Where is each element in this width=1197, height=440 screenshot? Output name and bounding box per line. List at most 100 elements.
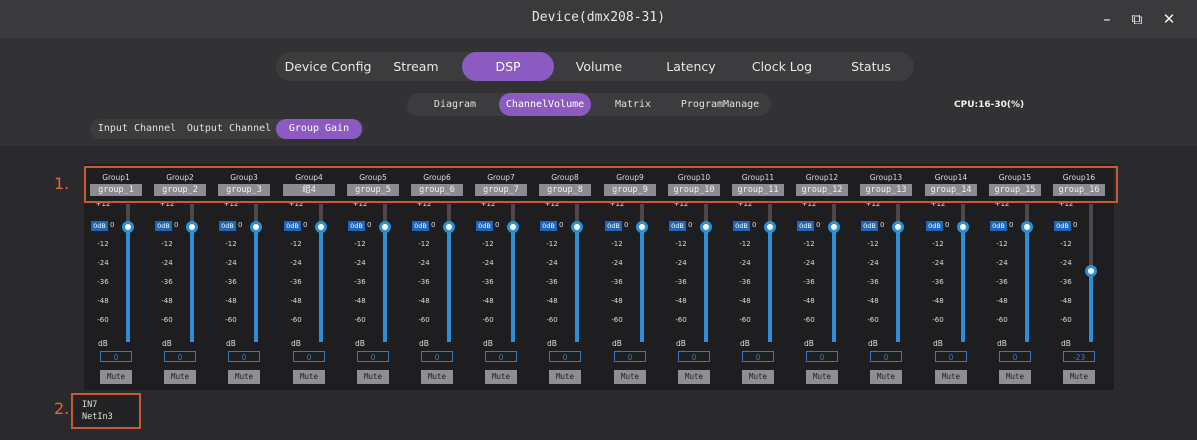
fader-knob[interactable] — [1021, 221, 1033, 233]
scale-label: -48 — [867, 297, 879, 305]
mute-button[interactable]: Mute — [421, 370, 453, 384]
fader-track[interactable] — [957, 204, 969, 342]
tab-output-channel[interactable]: Output Channel — [184, 119, 274, 139]
scale-label: -60 — [546, 316, 558, 324]
tab-group-gain[interactable]: Group Gain — [276, 119, 362, 139]
mute-button[interactable]: Mute — [485, 370, 517, 384]
fader-knob[interactable] — [957, 221, 969, 233]
tab-volume[interactable]: Volume — [564, 52, 634, 81]
tab-input-channel[interactable]: Input Channel — [94, 119, 180, 139]
fader-track[interactable] — [700, 204, 712, 342]
fader-knob[interactable] — [507, 221, 519, 233]
zero-db-badge: 0dB — [412, 221, 429, 231]
gain-value-input[interactable]: 0 — [421, 351, 453, 362]
mute-button[interactable]: Mute — [549, 370, 581, 384]
gain-value-input[interactable]: 0 — [870, 351, 902, 362]
fader-track[interactable] — [892, 204, 904, 342]
tab-latency[interactable]: Latency — [656, 52, 726, 81]
fader-knob[interactable] — [122, 221, 134, 233]
scale-label: -12 — [867, 240, 879, 248]
gain-value-input[interactable]: 0 — [293, 351, 325, 362]
tab-device-config[interactable]: Device Config — [280, 52, 376, 81]
gain-value-input[interactable]: 0 — [549, 351, 581, 362]
fader-track[interactable] — [186, 204, 198, 342]
scale-label: -24 — [1060, 259, 1072, 267]
fader-knob[interactable] — [828, 221, 840, 233]
fader-track[interactable] — [828, 204, 840, 342]
mute-button[interactable]: Mute — [999, 370, 1031, 384]
fader-track[interactable] — [379, 204, 391, 342]
fader-knob[interactable] — [379, 221, 391, 233]
fader-track[interactable] — [122, 204, 134, 342]
fader-knob[interactable] — [1085, 265, 1097, 277]
mute-button[interactable]: Mute — [164, 370, 196, 384]
gain-value-input[interactable]: 0 — [357, 351, 389, 362]
scale-label: -60 — [996, 316, 1008, 324]
scale-label: -12 — [418, 240, 430, 248]
scale-label: 0 — [752, 221, 757, 229]
gain-value-input[interactable]: 0 — [485, 351, 517, 362]
gain-value-input[interactable]: 0 — [678, 351, 710, 362]
fader-knob[interactable] — [443, 221, 455, 233]
mute-button[interactable]: Mute — [100, 370, 132, 384]
tab-dsp[interactable]: DSP — [462, 52, 554, 81]
gain-value-input[interactable]: 0 — [742, 351, 774, 362]
channel-type-bar: Input Channel Output Channel Group Gain — [90, 119, 364, 139]
fader-track[interactable] — [571, 204, 583, 342]
scale-label: -12 — [932, 240, 944, 248]
scale-label: 0 — [238, 221, 243, 229]
fader-track[interactable] — [507, 204, 519, 342]
scale-label: -60 — [932, 316, 944, 324]
fader-track[interactable] — [764, 204, 776, 342]
gain-value-input[interactable]: 0 — [806, 351, 838, 362]
fader-track[interactable] — [636, 204, 648, 342]
gain-value-input[interactable]: 0 — [614, 351, 646, 362]
scale-label: 0 — [880, 221, 885, 229]
mute-button[interactable]: Mute — [742, 370, 774, 384]
mute-button[interactable]: Mute — [293, 370, 325, 384]
db-unit-label: dB — [98, 339, 108, 348]
fader-track[interactable] — [1021, 204, 1033, 342]
tab-status[interactable]: Status — [836, 52, 906, 81]
minimize-button[interactable]: – — [1094, 6, 1120, 32]
tab-clock-log[interactable]: Clock Log — [742, 52, 822, 81]
scale-label: -48 — [932, 297, 944, 305]
subtab-matrix[interactable]: Matrix — [603, 93, 663, 116]
mute-button[interactable]: Mute — [614, 370, 646, 384]
scale-label: -24 — [97, 259, 109, 267]
fader-track[interactable] — [250, 204, 262, 342]
close-button[interactable]: ✕ — [1156, 6, 1182, 32]
fader-knob[interactable] — [315, 221, 327, 233]
mute-button[interactable]: Mute — [870, 370, 902, 384]
scale-label: -60 — [675, 316, 687, 324]
gain-value-input[interactable]: 0 — [999, 351, 1031, 362]
mute-button[interactable]: Mute — [1063, 370, 1095, 384]
mute-button[interactable]: Mute — [228, 370, 260, 384]
gain-value-input[interactable]: 0 — [164, 351, 196, 362]
tab-stream[interactable]: Stream — [384, 52, 448, 81]
fader-knob[interactable] — [636, 221, 648, 233]
fader-knob[interactable] — [571, 221, 583, 233]
mute-button[interactable]: Mute — [935, 370, 967, 384]
fader-knob[interactable] — [892, 221, 904, 233]
restore-button[interactable]: ⧉ — [1124, 6, 1150, 32]
fader-track[interactable] — [315, 204, 327, 342]
gain-value-input[interactable]: 0 — [100, 351, 132, 362]
subtab-program-manage[interactable]: ProgramManage — [673, 93, 767, 116]
fader-level — [447, 227, 451, 342]
subtab-channel-volume[interactable]: ChannelVolume — [499, 93, 591, 116]
fader-knob[interactable] — [764, 221, 776, 233]
fader-track[interactable] — [1085, 204, 1097, 342]
mute-button[interactable]: Mute — [357, 370, 389, 384]
gain-value-input[interactable]: 0 — [935, 351, 967, 362]
mute-button[interactable]: Mute — [678, 370, 710, 384]
fader-knob[interactable] — [700, 221, 712, 233]
fader-knob[interactable] — [250, 221, 262, 233]
gain-value-input[interactable]: -23 — [1063, 351, 1095, 362]
subtab-diagram[interactable]: Diagram — [425, 93, 485, 116]
fader-track[interactable] — [443, 204, 455, 342]
fader-knob[interactable] — [186, 221, 198, 233]
scale-label: -48 — [97, 297, 109, 305]
mute-button[interactable]: Mute — [806, 370, 838, 384]
gain-value-input[interactable]: 0 — [228, 351, 260, 362]
